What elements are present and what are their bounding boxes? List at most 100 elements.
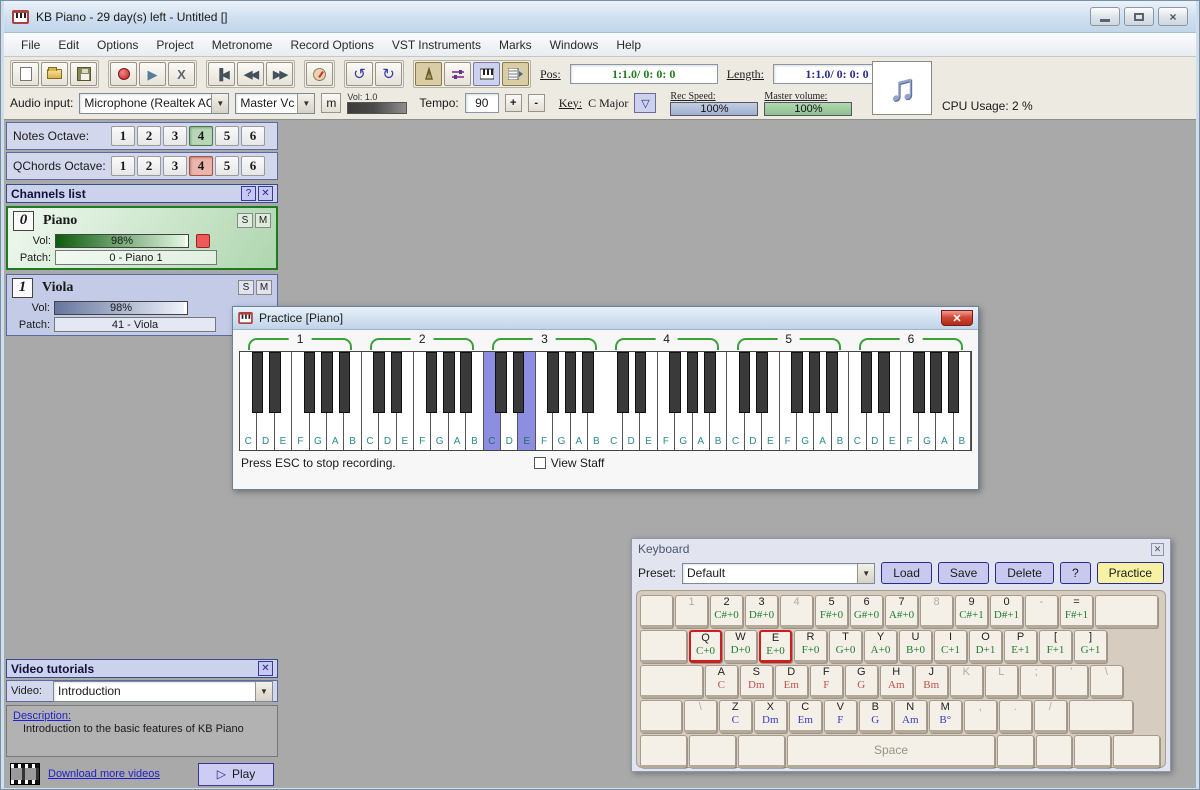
key-blank[interactable] <box>1074 735 1111 768</box>
save-button[interactable] <box>70 62 97 86</box>
key-blank[interactable] <box>640 595 673 628</box>
record-button[interactable] <box>110 62 137 86</box>
mixer-toggle-button[interactable] <box>444 62 471 86</box>
key-blank[interactable] <box>997 735 1034 768</box>
key-a[interactable]: AC <box>705 665 738 698</box>
output-device-select[interactable]: Master Vc ▼ <box>235 93 315 114</box>
dropdown-arrow-icon[interactable]: ▼ <box>297 94 314 113</box>
key-blank[interactable] <box>1036 735 1073 768</box>
key-7[interactable]: 7A#+0 <box>885 595 918 628</box>
go-start-button[interactable]: ▐◀ <box>208 62 235 86</box>
practice-button[interactable]: Practice <box>1097 562 1164 584</box>
menu-item-record-options[interactable]: Record Options <box>281 35 382 55</box>
key-4[interactable]: 4 <box>780 595 813 628</box>
master-volume-meter[interactable]: 100% <box>764 102 852 116</box>
volume-bar[interactable]: 98% <box>55 234 189 248</box>
black-key[interactable] <box>948 352 960 413</box>
channels-close-button[interactable]: ✕ <box>258 186 273 201</box>
pianoroll-toggle-button[interactable] <box>502 62 529 86</box>
menu-item-edit[interactable]: Edit <box>49 35 88 55</box>
key-k[interactable]: K <box>950 665 983 698</box>
key-1[interactable]: 1 <box>675 595 708 628</box>
mute-button[interactable]: M <box>256 280 272 295</box>
key-blank[interactable] <box>738 735 785 768</box>
redo-button[interactable]: ↻ <box>375 62 402 86</box>
black-key[interactable] <box>565 352 577 413</box>
black-key[interactable] <box>391 352 403 413</box>
key-c[interactable]: CEm <box>789 700 822 733</box>
black-key[interactable] <box>339 352 351 413</box>
key-r[interactable]: RF+0 <box>794 630 827 663</box>
black-key[interactable] <box>513 352 525 413</box>
keyboard-help-button[interactable]: ? <box>1060 562 1091 584</box>
key-d[interactable]: DEm <box>775 665 808 698</box>
key-o[interactable]: OD+1 <box>969 630 1002 663</box>
key-blank[interactable] <box>1095 595 1158 628</box>
key-5[interactable]: 5F#+0 <box>815 595 848 628</box>
key-b[interactable]: BG <box>859 700 892 733</box>
tempo-field[interactable]: 90 <box>465 93 499 113</box>
key-f[interactable]: FF <box>810 665 843 698</box>
video-play-button[interactable]: ▷ Play <box>198 763 274 786</box>
view-staff-checkbox[interactable] <box>534 457 546 469</box>
black-key[interactable] <box>443 352 455 413</box>
patch-field[interactable]: 41 - Viola <box>54 317 216 332</box>
channels-help-button[interactable]: ? <box>241 186 256 201</box>
key-y[interactable]: YA+0 <box>864 630 897 663</box>
dropdown-arrow-icon[interactable]: ▼ <box>255 682 272 701</box>
channel-record-button[interactable] <box>196 234 210 248</box>
black-key[interactable] <box>426 352 438 413</box>
save-button[interactable]: Save <box>938 562 989 584</box>
keyboard-toggle-button[interactable] <box>473 62 500 86</box>
black-key[interactable] <box>269 352 281 413</box>
key-m[interactable]: MB° <box>929 700 962 733</box>
key-p[interactable]: PE+1 <box>1004 630 1037 663</box>
black-key[interactable] <box>304 352 316 413</box>
close-button[interactable]: × <box>1158 7 1188 26</box>
vol-slider[interactable] <box>347 102 407 114</box>
black-key[interactable] <box>809 352 821 413</box>
key-blank[interactable] <box>640 735 687 768</box>
video-close-button[interactable]: ✕ <box>258 661 273 676</box>
black-key[interactable] <box>547 352 559 413</box>
play-button[interactable]: ▶ <box>139 62 166 86</box>
key-n[interactable]: NAm <box>894 700 927 733</box>
key-w[interactable]: WD+0 <box>724 630 757 663</box>
key-0[interactable]: 0D#+1 <box>990 595 1023 628</box>
key-blank[interactable]: ; <box>1020 665 1053 698</box>
black-key[interactable] <box>791 352 803 413</box>
black-key[interactable] <box>495 352 507 413</box>
key-space[interactable]: Space <box>787 735 995 768</box>
qchords-octave-button-6[interactable]: 6 <box>241 156 265 176</box>
metronome-mute-button[interactable]: m <box>321 93 341 113</box>
keyboard-title-bar[interactable]: Keyboard ✕ <box>632 539 1170 559</box>
key-8[interactable]: 8 <box>920 595 953 628</box>
minimize-button[interactable] <box>1090 7 1120 26</box>
notes-octave-button-5[interactable]: 5 <box>215 126 239 146</box>
new-file-button[interactable] <box>12 62 39 86</box>
key-e[interactable]: EE+0 <box>759 630 792 663</box>
black-key[interactable] <box>930 352 942 413</box>
key-g[interactable]: GG <box>845 665 878 698</box>
tempo-decrease-button[interactable]: - <box>528 94 545 112</box>
key-blank[interactable]: ]G+1 <box>1074 630 1107 663</box>
qchords-octave-button-1[interactable]: 1 <box>111 156 135 176</box>
black-key[interactable] <box>756 352 768 413</box>
key-select-button[interactable]: ▽ <box>634 93 656 113</box>
black-key[interactable] <box>739 352 751 413</box>
preset-select[interactable]: Default ▼ <box>682 563 875 584</box>
key-blank[interactable]: [F+1 <box>1039 630 1072 663</box>
menu-item-windows[interactable]: Windows <box>541 35 608 55</box>
black-key[interactable] <box>861 352 873 413</box>
load-button[interactable]: Load <box>881 562 932 584</box>
key-t[interactable]: TG+0 <box>829 630 862 663</box>
key-3[interactable]: 3D#+0 <box>745 595 778 628</box>
volume-bar[interactable]: 98% <box>54 301 188 315</box>
undo-button[interactable]: ↺ <box>346 62 373 86</box>
key-s[interactable]: SDm <box>740 665 773 698</box>
menu-item-vst-instruments[interactable]: VST Instruments <box>383 35 490 55</box>
menu-item-help[interactable]: Help <box>607 35 650 55</box>
rewind-button[interactable]: ◀◀ <box>237 62 264 86</box>
menu-item-marks[interactable]: Marks <box>490 35 541 55</box>
notes-octave-button-6[interactable]: 6 <box>241 126 265 146</box>
